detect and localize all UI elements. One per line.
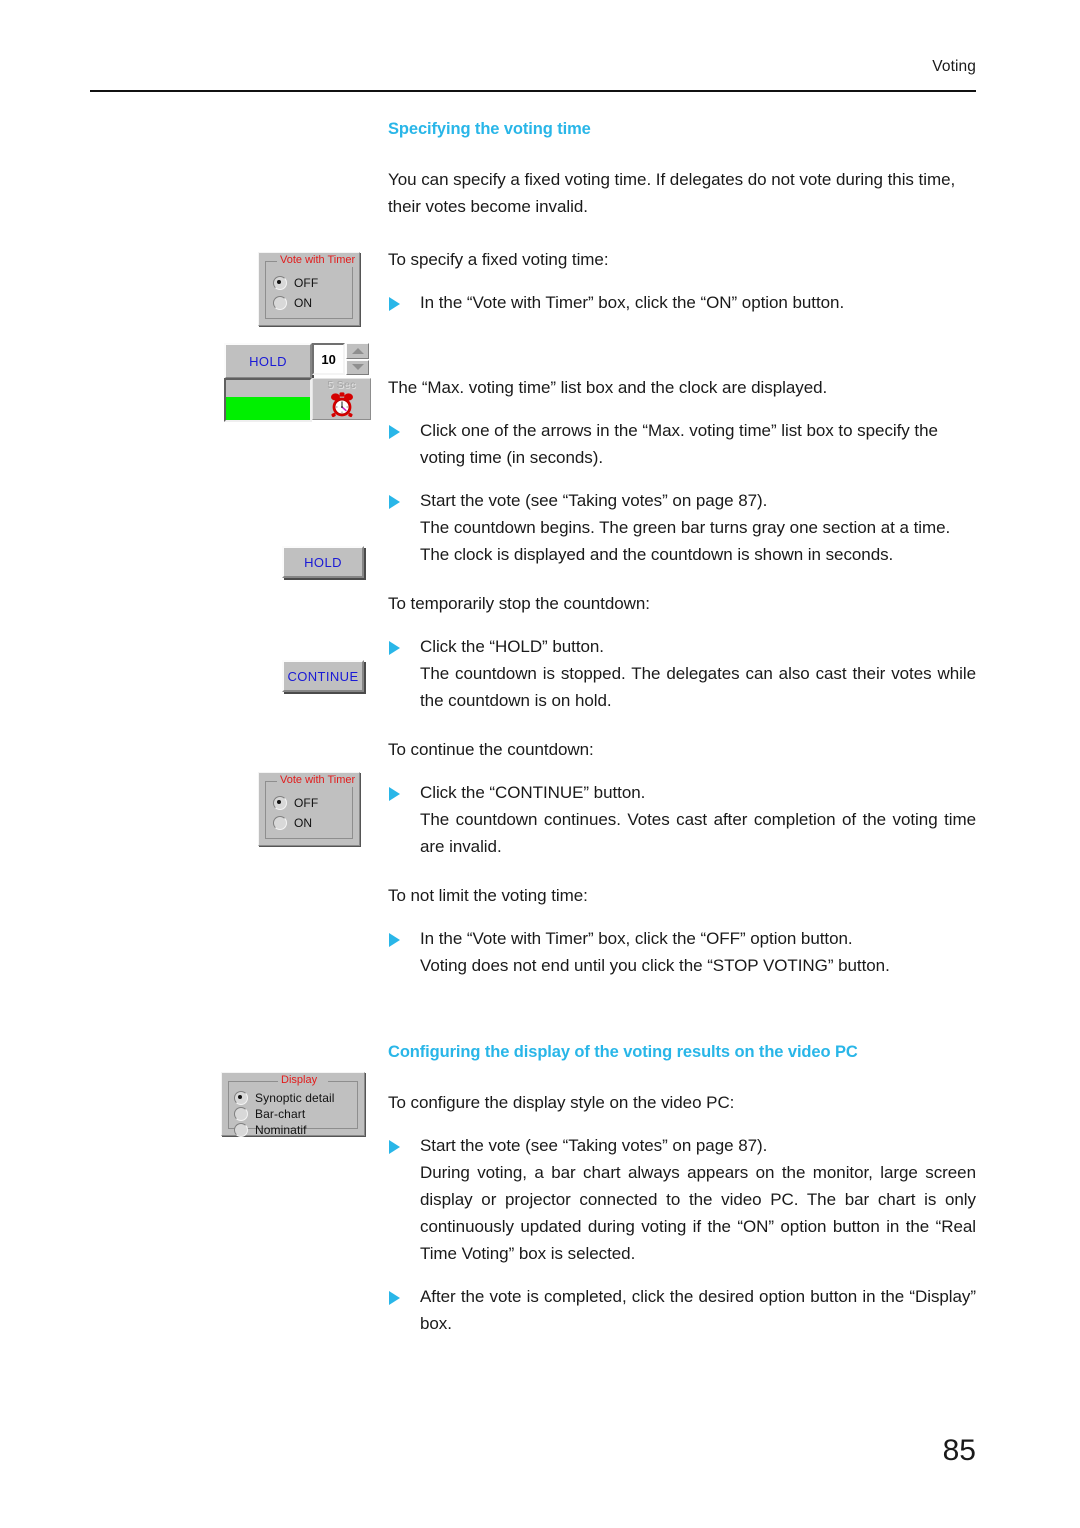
spinner-arrows[interactable]	[346, 343, 369, 375]
radio-label: Bar-chart	[255, 1106, 306, 1121]
groupbox-vote-with-timer: Vote with Timer OFF ON	[258, 772, 360, 846]
bullet-continuation-text: The countdown continues. Votes cast afte…	[420, 809, 976, 856]
triangle-bullet-icon	[389, 640, 400, 655]
figure-continue-button[interactable]: CONTINUE	[282, 660, 364, 692]
paragraph-to-continue-countdown: To continue the countdown:	[388, 739, 594, 759]
radio-button-icon[interactable]	[273, 295, 287, 310]
clock-display: 5 Sec	[312, 378, 371, 420]
radio-button-icon[interactable]	[273, 275, 287, 290]
figure-vote-with-timer-off-state: Vote with Timer OFF ON	[258, 772, 360, 846]
figure-hold-button[interactable]: HOLD	[282, 546, 364, 578]
radio-button-icon[interactable]	[273, 795, 287, 810]
radio-label: Synoptic detail	[255, 1090, 335, 1105]
radio-group-display: Synoptic detail Bar-chart Nominatif	[234, 1090, 335, 1138]
section-heading-configuring-display: Configuring the display of the voting re…	[388, 1042, 858, 1061]
paragraph-max-voting-time-displayed: The “Max. voting time” list box and the …	[388, 377, 828, 397]
bullet-vote-with-timer-on: In the “Vote with Timer” box, click the …	[388, 289, 976, 316]
bullet-start-the-vote-2: Start the vote (see “Taking votes” on pa…	[388, 1132, 976, 1267]
countdown-progress-fill	[226, 396, 310, 420]
spinner-down-button[interactable]	[346, 359, 369, 375]
page-number: 85	[942, 1434, 976, 1467]
header-rule	[90, 90, 976, 92]
bullet-continuation-text: Voting does not end until you click the …	[420, 955, 890, 975]
bullet-continuation-text: The countdown is stopped. The delegates …	[420, 663, 976, 710]
radio-label: ON	[294, 815, 313, 830]
groupbox-legend: Vote with Timer	[277, 773, 359, 787]
hold-button[interactable]: HOLD	[224, 343, 312, 379]
content-column: Specifying the voting time You can speci…	[388, 120, 976, 1337]
triangle-bullet-icon	[389, 932, 400, 947]
paragraph-fixed-voting-time: You can specify a fixed voting time. If …	[388, 169, 956, 216]
radio-button-icon[interactable]	[234, 1090, 248, 1105]
bullet-text: Click the “CONTINUE” button.	[420, 782, 646, 802]
radio-button-icon[interactable]	[273, 815, 287, 830]
radio-label: OFF	[294, 275, 319, 290]
radio-group-vote-with-timer: OFF ON	[273, 793, 318, 833]
triangle-bullet-icon	[389, 296, 400, 311]
radio-label: Nominatif	[255, 1122, 307, 1137]
radio-button-icon[interactable]	[234, 1122, 248, 1137]
bullet-vote-with-timer-off: In the “Vote with Timer” box, click the …	[388, 925, 976, 979]
hold-button-label: HOLD	[304, 554, 342, 570]
figure-vote-with-timer-on-state: Vote with Timer OFF ON	[258, 252, 360, 326]
bullet-text: Start the vote (see “Taking votes” on pa…	[420, 1135, 768, 1155]
bullet-text: Click one of the arrows in the “Max. vot…	[420, 420, 938, 467]
radio-option-bar-chart[interactable]: Bar-chart	[234, 1106, 335, 1121]
triangle-bullet-icon	[389, 1290, 400, 1305]
continue-button-label: CONTINUE	[287, 668, 359, 684]
hold-button-label: HOLD	[249, 353, 287, 369]
radio-option-on[interactable]: ON	[273, 293, 318, 312]
radio-label: OFF	[294, 795, 319, 810]
max-voting-time-value[interactable]: 10	[312, 343, 346, 375]
radio-option-synoptic-detail[interactable]: Synoptic detail	[234, 1090, 335, 1105]
bullet-text: Click the “HOLD” button.	[420, 636, 604, 656]
radio-option-off[interactable]: OFF	[273, 273, 318, 292]
figure-countdown-timer-panel: HOLD 10 5 Sec	[224, 343, 374, 423]
document-page: Voting Specifying the voting time You ca…	[0, 0, 1080, 1528]
radio-option-on[interactable]: ON	[273, 813, 318, 832]
bullet-text: After the vote is completed, click the d…	[420, 1286, 976, 1333]
groupbox-legend: Display	[278, 1073, 321, 1087]
bullet-after-vote-completed: After the vote is completed, click the d…	[388, 1283, 976, 1337]
bullet-click-continue: Click the “CONTINUE” button. The countdo…	[388, 779, 976, 860]
paragraph-to-temporarily-stop: To temporarily stop the countdown:	[388, 593, 650, 613]
max-voting-time-spinner[interactable]: 10	[312, 343, 369, 375]
bullet-text: In the “Vote with Timer” box, click the …	[420, 292, 845, 312]
paragraph-to-configure-display-style: To configure the display style on the vi…	[388, 1092, 735, 1112]
countdown-progress-bar	[224, 378, 312, 422]
radio-option-off[interactable]: OFF	[273, 793, 318, 812]
bullet-text: Start the vote (see “Taking votes” on pa…	[420, 490, 768, 510]
groupbox-legend: Vote with Timer	[277, 253, 359, 267]
section-heading-specifying-the-voting-time: Specifying the voting time	[388, 120, 591, 138]
groupbox-vote-with-timer: Vote with Timer OFF ON	[258, 252, 360, 326]
radio-group-vote-with-timer: OFF ON	[273, 273, 318, 313]
triangle-bullet-icon	[389, 786, 400, 801]
bullet-click-arrows: Click one of the arrows in the “Max. vot…	[388, 417, 976, 471]
bullet-text: In the “Vote with Timer” box, click the …	[420, 928, 853, 948]
page-header: Voting	[90, 58, 976, 94]
running-head: Voting	[932, 58, 976, 75]
chevron-down-icon	[351, 364, 364, 371]
figure-display-box: Display Synoptic detail Bar-chart Nomina…	[221, 1072, 365, 1138]
alarm-clock-icon	[327, 390, 357, 419]
paragraph-to-specify-fixed-voting-time: To specify a fixed voting time:	[388, 249, 609, 269]
chevron-up-icon	[351, 347, 364, 354]
groupbox-display: Display Synoptic detail Bar-chart Nomina…	[221, 1072, 365, 1138]
triangle-bullet-icon	[389, 1139, 400, 1154]
paragraph-to-not-limit-voting-time: To not limit the voting time:	[388, 885, 588, 905]
bullet-continuation-text: The countdown begins. The green bar turn…	[420, 517, 951, 564]
bullet-start-the-vote: Start the vote (see “Taking votes” on pa…	[388, 487, 976, 568]
radio-button-icon[interactable]	[234, 1106, 248, 1121]
radio-label: ON	[294, 295, 313, 310]
bullet-continuation-text: During voting, a bar chart always appear…	[420, 1162, 976, 1263]
radio-option-nominatif[interactable]: Nominatif	[234, 1122, 335, 1137]
triangle-bullet-icon	[389, 494, 400, 509]
spinner-up-button[interactable]	[346, 343, 369, 359]
triangle-bullet-icon	[389, 424, 400, 439]
bullet-click-hold: Click the “HOLD” button. The countdown i…	[388, 633, 976, 714]
